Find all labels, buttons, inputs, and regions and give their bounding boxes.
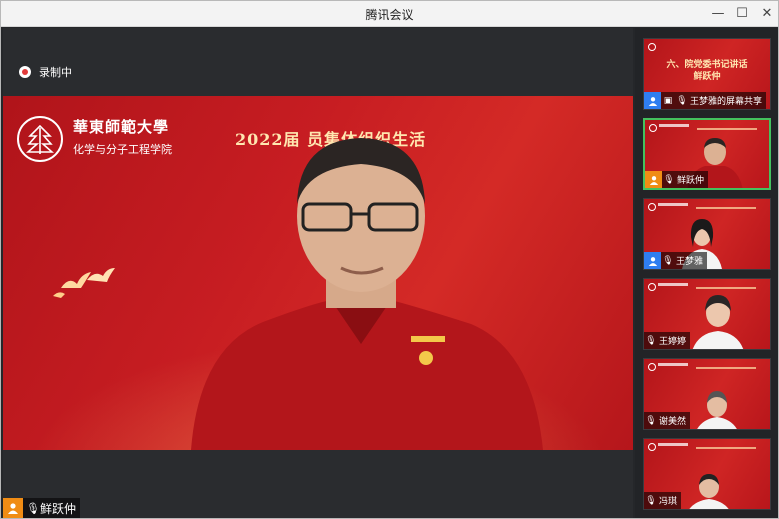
title-bar: 腾讯会议 — ☐ ✕ (1, 1, 778, 27)
participant-tile[interactable]: 🎙 冯琪 (643, 438, 771, 510)
mini-logo-icon (648, 363, 656, 371)
mini-slide-banner (696, 447, 756, 449)
recording-indicator[interactable]: 录制中 (19, 64, 72, 80)
mini-slide-text (658, 363, 688, 366)
mini-slide-banner (696, 367, 756, 369)
mini-logo-icon (648, 203, 656, 211)
slide-line-2: 鲜跃仲 (693, 72, 721, 82)
mini-logo-icon (648, 43, 656, 51)
tile-nameplate: 🎙 冯琪 (644, 492, 682, 509)
participant-name: 冯琪 (659, 497, 678, 507)
mini-logo-icon (648, 283, 656, 291)
mini-slide-text (658, 203, 688, 206)
mic-muted-icon: 🎙 (645, 495, 657, 506)
meeting-window: 腾讯会议 — ☐ ✕ 录制中 華東師範大學 化学与分子工程学院 2022届 员集… (0, 0, 779, 519)
recording-label: 录制中 (39, 66, 72, 79)
tile-nameplate: 🎙 王婷婷 (644, 332, 691, 349)
participant-video (689, 474, 729, 509)
participant-video (697, 391, 737, 429)
tile-nameplate: 🎙 鲜跃仲 (645, 171, 709, 188)
university-logo: 華東師範大學 化学与分子工程学院 (17, 116, 172, 162)
tile-nameplate: ▣ 🎙 王梦雅的屏幕共享 (644, 92, 767, 109)
speaker-name: 鲜跃仲 (40, 501, 77, 516)
participant-name: 王梦雅的屏幕共享 (690, 97, 763, 107)
tile-nameplate: 🎙 谢美然 (644, 412, 691, 429)
mini-slide-banner (696, 207, 756, 209)
mini-slide-text (658, 443, 688, 446)
participant-name: 谢美然 (659, 417, 687, 427)
user-icon (3, 498, 23, 518)
minimize-icon[interactable]: — (709, 5, 727, 23)
tile-nameplate: 🎙 王梦雅 (644, 252, 708, 269)
participant-tile[interactable]: 🎙 王婷婷 (643, 278, 771, 350)
mic-muted-icon: 🎙 (645, 415, 657, 426)
main-video-area[interactable]: 录制中 華東師範大學 化学与分子工程学院 2022届 员集体组织生活 🎙 鲜跃仲 (3, 28, 633, 518)
mic-muted-icon: 🎙 (645, 335, 657, 346)
university-seal-icon (17, 116, 63, 162)
mini-logo-icon (648, 443, 656, 451)
mini-slide-text (659, 124, 689, 127)
university-name: 華東師範大學 (73, 118, 170, 136)
close-icon[interactable]: ✕ (758, 5, 776, 23)
microphone-icon: 🎙 (26, 501, 40, 515)
speaker-video (191, 138, 543, 450)
school-name: 化学与分子工程学院 (73, 143, 172, 156)
mic-muted-icon: 🎙 (662, 255, 674, 266)
maximize-icon[interactable]: ☐ (733, 5, 751, 23)
mini-logo-icon (649, 124, 657, 132)
participant-tile[interactable]: 🎙 王梦雅 (643, 198, 771, 270)
participant-name: 王梦雅 (676, 257, 704, 267)
shared-video-stage: 華東師範大學 化学与分子工程学院 2022届 员集体组织生活 (3, 96, 633, 450)
user-icon (644, 92, 661, 109)
participant-name: 王婷婷 (659, 337, 687, 347)
record-icon (19, 66, 31, 78)
participant-tile[interactable]: 六、院党委书记讲话 鲜跃仲 ▣ 🎙 王梦雅的屏幕共享 (643, 38, 771, 110)
mic-muted-icon: 🎙 (676, 95, 688, 106)
participant-tile[interactable]: 🎙 谢美然 (643, 358, 771, 430)
mini-slide-text (658, 283, 688, 286)
doves-icon (53, 268, 115, 298)
user-icon (644, 252, 661, 269)
screen-share-icon: ▣ (663, 95, 673, 106)
participant-name: 鲜跃仲 (677, 176, 705, 186)
participant-sidebar[interactable]: 六、院党委书记讲话 鲜跃仲 ▣ 🎙 王梦雅的屏幕共享 🎙 鲜跃仲 🎙 王梦雅 🎙… (635, 28, 778, 518)
participant-video (692, 295, 744, 349)
microphone-icon: 🎙 (663, 174, 675, 185)
slide-line-1: 六、院党委书记讲话 (666, 60, 748, 70)
speaker-nameplate: 🎙 鲜跃仲 (3, 498, 81, 518)
user-icon (645, 171, 662, 188)
window-title: 腾讯会议 (365, 8, 414, 22)
participant-tile-active[interactable]: 🎙 鲜跃仲 (643, 118, 771, 190)
